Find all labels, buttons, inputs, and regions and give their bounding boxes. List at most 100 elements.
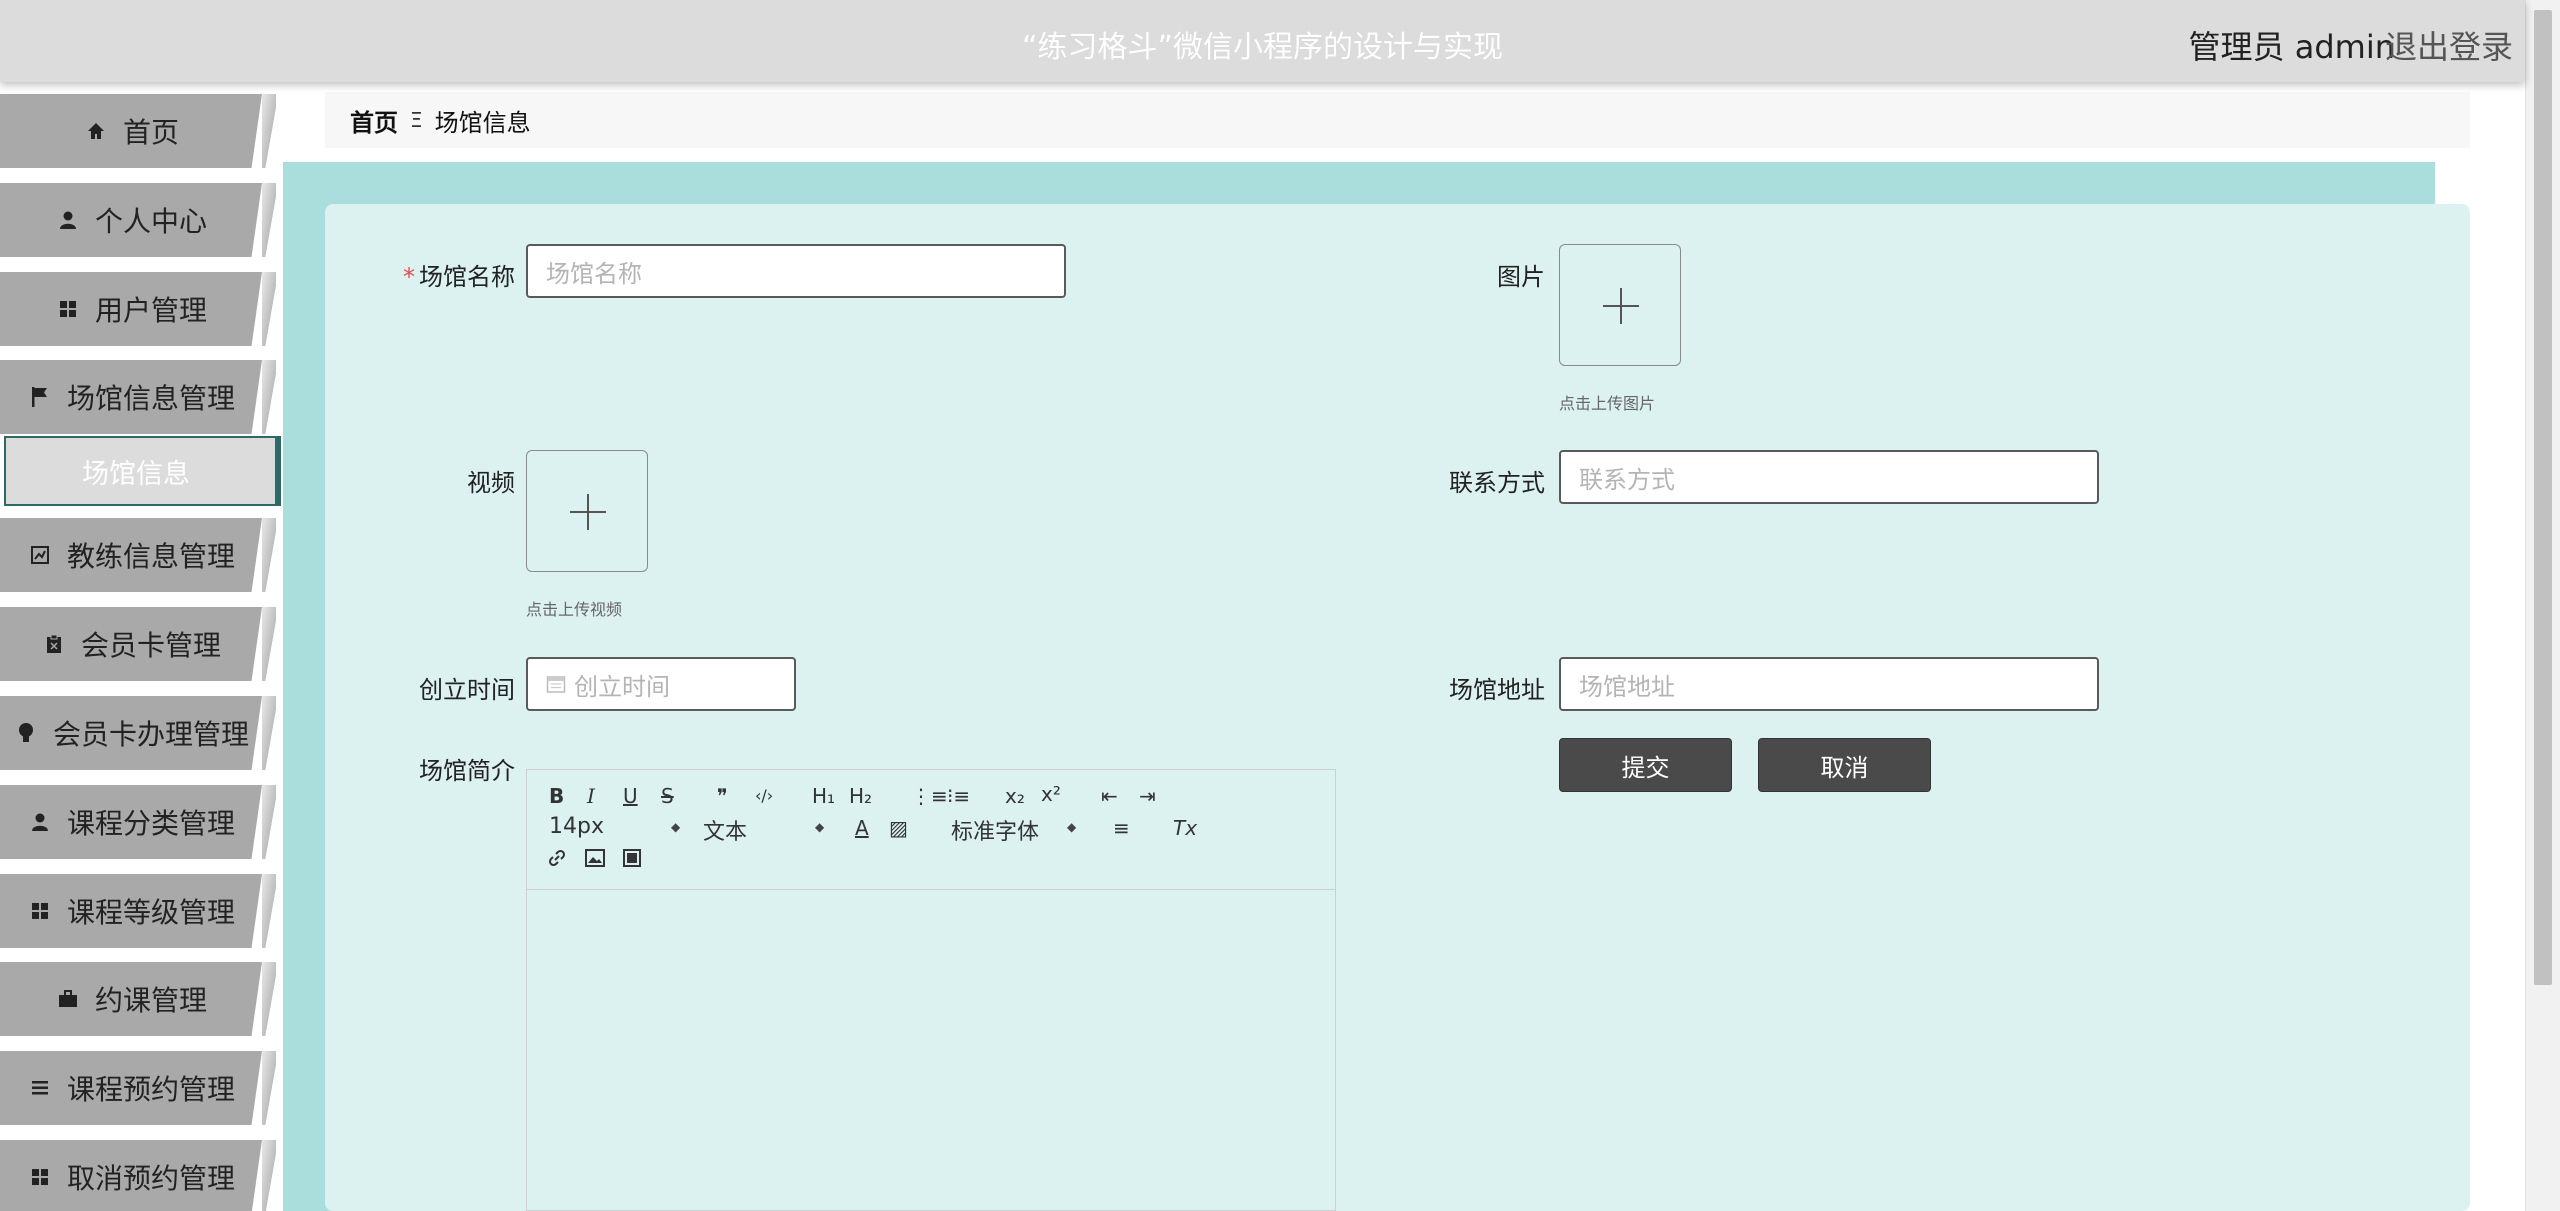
sidebar-item-label: 课程预约管理	[66, 1073, 235, 1106]
sidebar-item-course-level[interactable]: 课程等级管理	[0, 874, 262, 948]
sidebar-item-course-reservation[interactable]: 课程预约管理	[0, 1051, 262, 1125]
image-upload-hint: 点击上传图片	[1559, 394, 1656, 413]
image-button[interactable]	[585, 848, 605, 872]
underline-button[interactable]: U	[623, 784, 638, 808]
plus-icon-v	[587, 494, 589, 530]
ordered-list-button[interactable]: ⋮≡	[911, 784, 948, 808]
menu-edge	[262, 183, 276, 257]
header-select-value: 文本	[703, 820, 748, 845]
font-size-select[interactable]: 14px ◆	[549, 814, 680, 839]
contact-input[interactable]: 联系方式	[1559, 450, 2099, 504]
sidebar-item-label: 约课管理	[94, 984, 207, 1017]
sidebar-subitem-venue-info[interactable]: 场馆信息	[4, 436, 281, 506]
bold-button[interactable]: B	[549, 784, 564, 808]
venue-name-input[interactable]: 场馆名称	[526, 244, 1066, 298]
user-name: 管理员 admin	[2188, 28, 2395, 66]
sidebar-item-label: 用户管理	[94, 294, 207, 327]
bullet-list-button[interactable]: ⁝≡	[947, 784, 970, 808]
sidebar-item-users[interactable]: 用户管理	[0, 272, 262, 346]
sidebar-item-home[interactable]: 首页	[0, 94, 262, 168]
menu-edge	[262, 874, 276, 948]
list-icon	[27, 1075, 53, 1101]
sidebar-item-label: 课程等级管理	[66, 896, 235, 929]
sidebar-item-label: 首页	[122, 116, 179, 149]
video-upload-hint: 点击上传视频	[526, 600, 623, 619]
grid-icon	[27, 898, 53, 924]
video-upload[interactable]	[526, 450, 648, 572]
rich-text-editor: B I U S ❞ ‹/› H₁ H₂ ⋮≡ ⁝≡ x₂ x² ⇤ ⇥ 14px…	[526, 769, 1336, 1211]
breadcrumb-current: 场馆信息	[434, 108, 531, 137]
chart-icon	[27, 542, 53, 568]
superscript-button[interactable]: x²	[1041, 782, 1061, 806]
menu-edge	[262, 607, 276, 681]
italic-button[interactable]: I	[587, 784, 595, 808]
address-input[interactable]: 场馆地址	[1559, 657, 2099, 711]
contact-label: 联系方式	[1449, 469, 1545, 497]
menu-edge	[262, 272, 276, 346]
strike-button[interactable]: S	[661, 784, 674, 808]
sidebar-item-label: 取消预约管理	[66, 1162, 235, 1195]
clipboard-icon	[41, 631, 67, 657]
name-label-text: 场馆名称	[419, 263, 515, 291]
submit-button[interactable]: 提交	[1559, 738, 1732, 792]
plus-icon-v	[1620, 288, 1622, 324]
sidebar-item-label: 课程分类管理	[66, 807, 235, 840]
background-color-button[interactable]: ▨	[889, 816, 908, 840]
sidebar-item-label: 场馆信息管理	[66, 382, 235, 415]
subscript-button[interactable]: x₂	[1005, 784, 1025, 808]
sidebar-item-venue[interactable]: 场馆信息管理	[0, 360, 262, 434]
grid-icon	[27, 1164, 53, 1190]
quote-button[interactable]: ❞	[717, 784, 728, 808]
page-scrollbar[interactable]	[2525, 0, 2560, 1211]
h2-button[interactable]: H₂	[849, 784, 872, 808]
grid-icon	[55, 296, 81, 322]
sidebar-item-booking[interactable]: 约课管理	[0, 962, 262, 1036]
indent-button[interactable]: ⇥	[1139, 784, 1156, 808]
sidebar: 首页 个人中心 用户管理 场馆信息管理 场馆信息 教练信息管理 会员卡管理 会员…	[0, 82, 283, 1211]
image-upload[interactable]	[1559, 244, 1681, 366]
sidebar-item-profile[interactable]: 个人中心	[0, 183, 262, 257]
font-family-select[interactable]: 标准字体 ◆	[951, 814, 1081, 846]
required-mark: *	[403, 263, 415, 291]
video-label: 视频	[467, 469, 515, 497]
editor-content-area[interactable]	[527, 891, 1335, 1211]
menu-edge	[262, 962, 276, 1036]
name-label: * 场馆名称	[390, 257, 515, 292]
sidebar-item-card[interactable]: 会员卡管理	[0, 607, 262, 681]
clean-format-button[interactable]: Tx	[1173, 816, 1197, 840]
outdent-button[interactable]: ⇤	[1101, 784, 1118, 808]
select-arrow-icon: ◆	[1067, 820, 1077, 834]
bulb-icon	[13, 720, 39, 746]
select-arrow-icon: ◆	[815, 820, 825, 834]
link-button[interactable]	[547, 848, 567, 873]
sidebar-item-label: 个人中心	[94, 205, 207, 238]
code-button[interactable]: ‹/›	[755, 786, 773, 805]
sidebar-item-label: 会员卡管理	[80, 629, 221, 662]
menu-edge	[262, 518, 276, 592]
link-icon	[547, 849, 567, 873]
h1-button[interactable]: H₁	[812, 784, 835, 808]
menu-edge	[262, 360, 276, 434]
image-icon	[585, 848, 605, 872]
video-button[interactable]	[623, 848, 641, 872]
header-select[interactable]: 文本 ◆	[703, 814, 825, 846]
scrollbar-thumb[interactable]	[2534, 10, 2552, 985]
breadcrumb-home[interactable]: 首页	[350, 103, 398, 138]
calendar-icon	[546, 674, 566, 694]
sidebar-item-cancel-reservation[interactable]: 取消预约管理	[0, 1140, 262, 1211]
breadcrumb-separator: Ξ	[410, 108, 423, 132]
created-date-input[interactable]: 创立时间	[526, 657, 796, 711]
logout-link[interactable]: 退出登录	[2385, 22, 2513, 68]
user-icon	[55, 207, 81, 233]
text-color-button[interactable]: A	[855, 816, 869, 840]
breadcrumb: 首页 Ξ 场馆信息	[325, 92, 2470, 148]
flag-icon	[27, 384, 53, 410]
cancel-button[interactable]: 取消	[1758, 738, 1931, 792]
sidebar-item-course-category[interactable]: 课程分类管理	[0, 785, 262, 859]
image-label: 图片	[1497, 263, 1545, 291]
address-label: 场馆地址	[1449, 676, 1545, 704]
top-header: “练习格斗”微信小程序的设计与实现 管理员 admin 退出登录	[0, 0, 2525, 82]
sidebar-item-coach[interactable]: 教练信息管理	[0, 518, 262, 592]
sidebar-item-card-apply[interactable]: 会员卡办理管理	[0, 696, 262, 770]
align-button[interactable]: ≡	[1113, 816, 1130, 840]
